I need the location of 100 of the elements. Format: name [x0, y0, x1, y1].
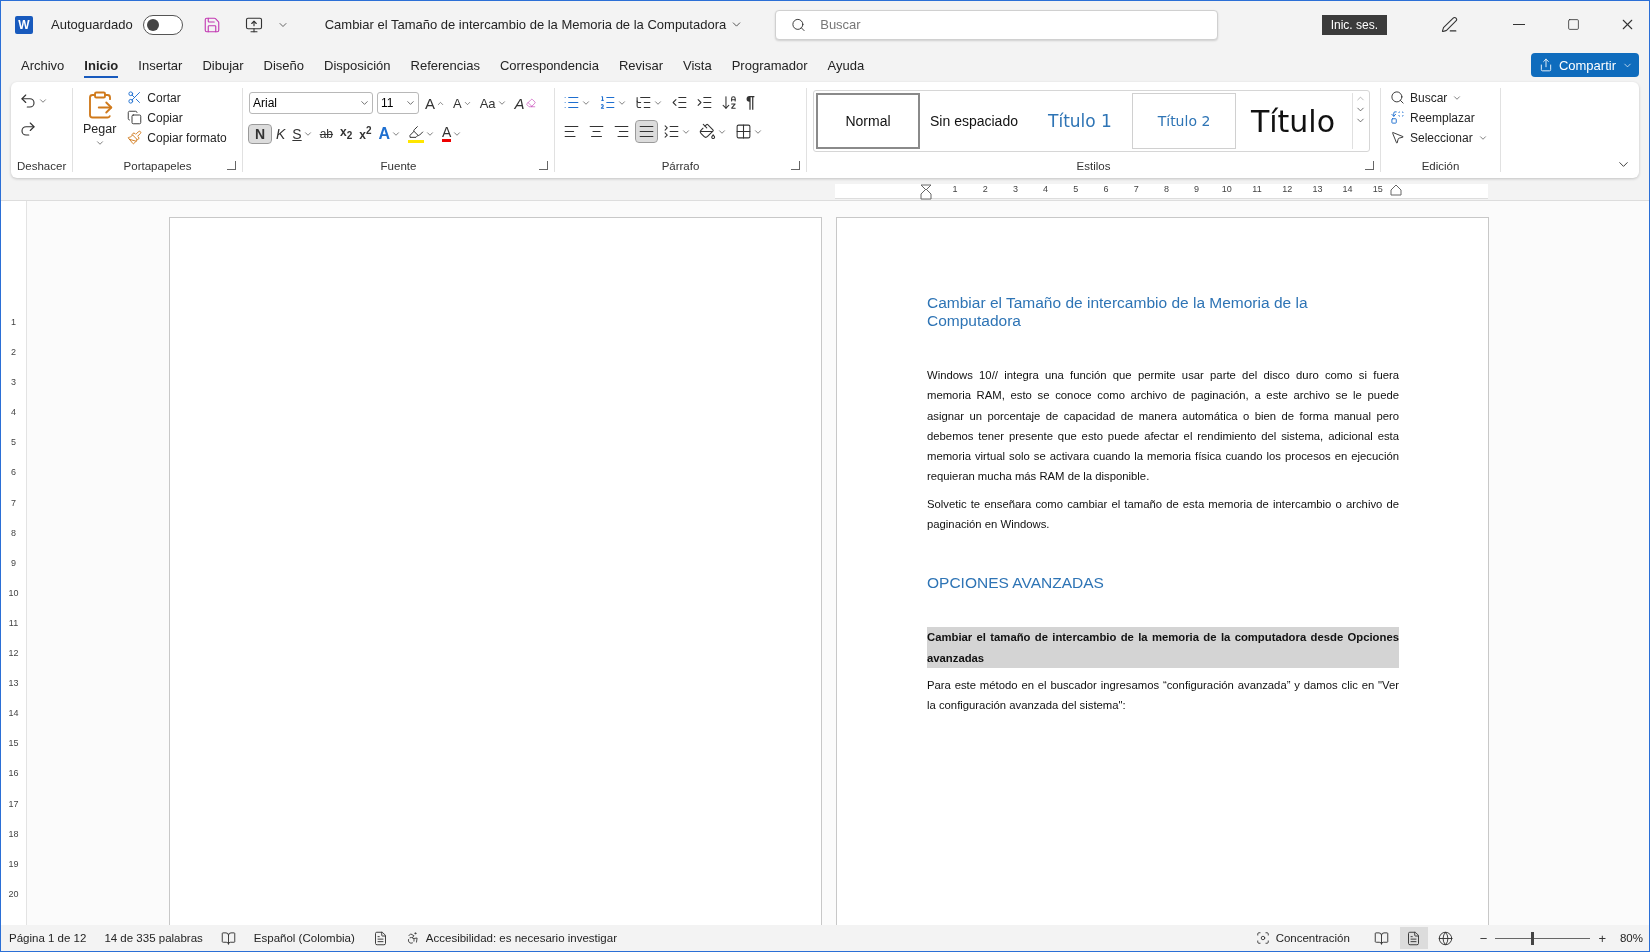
align-left-icon: [563, 123, 580, 140]
grow-font-button[interactable]: A: [423, 93, 447, 113]
text-effects-button[interactable]: A: [376, 123, 404, 144]
strikethrough-button[interactable]: ab: [317, 125, 336, 142]
group-label: Edición: [1420, 160, 1461, 172]
group-label: Párrafo: [561, 160, 800, 172]
ruler-number: 16: [8, 767, 19, 781]
view-mode-button[interactable]: [1399, 927, 1428, 949]
sign-in-button[interactable]: Inic. ses.: [1321, 14, 1387, 35]
find-button[interactable]: Buscar: [1387, 88, 1491, 107]
font-color-button[interactable]: A: [440, 123, 465, 144]
dialog-launcher-icon[interactable]: [791, 161, 800, 170]
paintbrush-icon: [127, 130, 143, 145]
minimize-icon: [1513, 24, 1525, 25]
redo-icon: [19, 120, 37, 138]
paste-button[interactable]: Pegar: [79, 88, 121, 160]
ribbon-tab[interactable]: Insertar: [128, 52, 193, 78]
align-center-icon: [588, 123, 605, 140]
ribbon-tab[interactable]: Programador: [721, 52, 818, 78]
eraser-icon: [525, 98, 536, 108]
globe-icon: [1438, 930, 1454, 946]
style-option[interactable]: Título 2: [1132, 93, 1236, 149]
search-icon: [1390, 90, 1405, 105]
subscript-button[interactable]: x$_{2}$: [338, 123, 355, 144]
zoom-thumb[interactable]: [1531, 931, 1535, 945]
list-icon: [563, 94, 580, 111]
margin-marker-icon[interactable]: [1390, 184, 1402, 196]
autosave-toggle[interactable]: [142, 14, 183, 35]
zoom-in-button[interactable]: +: [1596, 930, 1608, 946]
share-button[interactable]: Compartir: [1530, 53, 1639, 77]
font-name-field[interactable]: Arial: [249, 92, 373, 114]
cut-button[interactable]: Cortar: [124, 88, 230, 107]
paint-bucket-icon: [699, 123, 716, 140]
italic-button[interactable]: K: [274, 124, 288, 143]
ribbon-tab[interactable]: Vista: [673, 52, 722, 78]
ruler-number: 12: [8, 647, 19, 661]
ribbon-tab[interactable]: Dibujar: [192, 52, 254, 78]
ruler-number: 5: [11, 436, 16, 450]
accessibility-status[interactable]: Accesibilidad: es necesario investigar: [405, 931, 617, 945]
caret-icon: [94, 138, 105, 148]
page-count[interactable]: Página 1 de 12: [9, 932, 87, 944]
save-icon: [202, 15, 221, 34]
ribbon-tab[interactable]: Referencias: [400, 52, 490, 78]
ruler-number: 15: [1372, 184, 1383, 194]
underline-button[interactable]: S: [290, 124, 315, 143]
zoom-percent[interactable]: 80%: [1619, 932, 1643, 944]
ruler-number: 9: [11, 556, 16, 570]
ruler-number: 3: [11, 376, 16, 390]
ruler-number: 1: [11, 316, 16, 329]
language-status[interactable]: Español (Colombia): [253, 932, 355, 944]
outdent-icon: [671, 94, 688, 111]
paragraph-text: Cambiar el tamaño de intercambio de la memoria de la computadora desde Opciones avanzadas: [927, 627, 1399, 668]
select-button[interactable]: Seleccionar: [1387, 128, 1491, 147]
document-title[interactable]: Cambiar el Tamaño de intercambio de la Memoria de la Computadora: [318, 16, 750, 33]
ruler-number: 3: [1012, 184, 1018, 194]
bold-button[interactable]: N: [249, 124, 271, 143]
paragraph-text: Para este método en el buscador ingresamos “configuración avanzada” y damos clic en "Ver la configuración avanzada del sistema":: [927, 677, 1399, 714]
search-icon: [791, 17, 807, 32]
ruler-number: 17: [8, 797, 19, 811]
font-size-field[interactable]: 11: [377, 92, 419, 114]
caret-icon: [38, 96, 48, 106]
ribbon-tab[interactable]: Correspondencia: [489, 52, 609, 78]
clear-formatting-button[interactable]: A: [512, 93, 538, 113]
change-case-button[interactable]: Aa: [477, 94, 509, 112]
ruler-number: 10: [8, 586, 19, 600]
word-count[interactable]: 14 de 335 palabras: [104, 932, 203, 944]
justify-button[interactable]: [636, 121, 657, 142]
pointer-icon: [1390, 130, 1405, 145]
undo-icon: [19, 92, 37, 110]
ribbon-tab[interactable]: Diseño: [253, 52, 315, 78]
ruler-number: 4: [11, 406, 16, 420]
justify-icon: [638, 123, 655, 140]
ruler-number: 14: [8, 707, 19, 721]
ribbon-tab[interactable]: Revisar: [608, 52, 673, 78]
style-option[interactable]: Normal: [816, 93, 920, 149]
book-icon: [1374, 930, 1390, 946]
zoom-out-button[interactable]: −: [1477, 930, 1490, 946]
ruler-number: 12: [1282, 184, 1293, 194]
ruler-number: 18: [8, 827, 19, 841]
dialog-launcher-icon[interactable]: [1365, 161, 1374, 170]
replace-button[interactable]: Reemplazar: [1387, 108, 1491, 127]
shrink-font-button[interactable]: A: [451, 94, 474, 112]
superscript-button[interactable]: x$^{2}$: [357, 124, 374, 143]
ruler-number: 19: [8, 857, 19, 871]
caret-icon: [496, 98, 507, 108]
indent-marker-icon[interactable]: [920, 184, 932, 200]
ruler-number: 1: [952, 184, 958, 194]
search-field[interactable]: Buscar: [775, 9, 1219, 40]
ribbon-tab[interactable]: Ayuda: [817, 52, 875, 78]
dialog-launcher-icon[interactable]: [539, 161, 548, 170]
ribbon-tab[interactable]: Archivo: [11, 52, 75, 78]
ribbon-tab[interactable]: Inicio: [74, 52, 129, 78]
format-painter-button[interactable]: Copiar formato: [124, 128, 230, 147]
ribbon-tab[interactable]: Disposición: [314, 52, 401, 78]
book-icon: [220, 930, 236, 946]
show-marks-button[interactable]: ¶: [744, 92, 757, 113]
dialog-launcher-icon[interactable]: [227, 161, 236, 170]
focus-button[interactable]: Concentración: [1255, 931, 1350, 945]
numbered-list-icon: [599, 94, 616, 111]
copy-button[interactable]: Copiar: [124, 108, 230, 127]
